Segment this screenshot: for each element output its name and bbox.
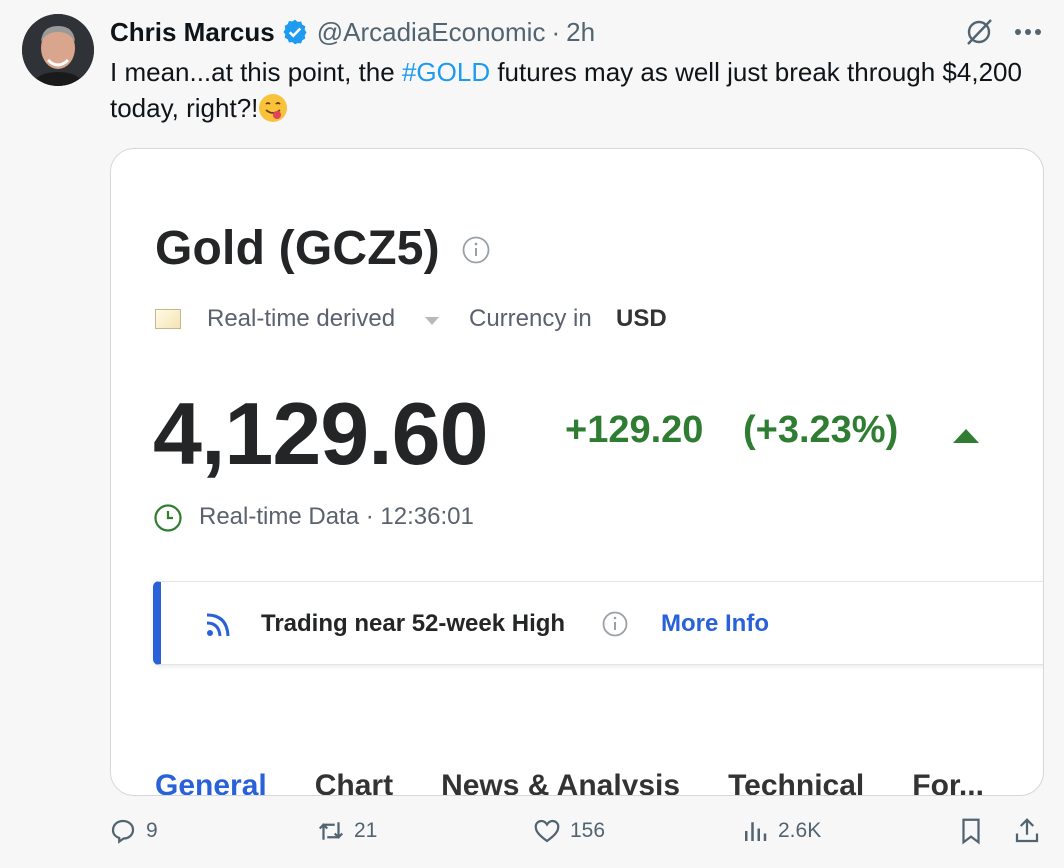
tab-news-analysis: News & Analysis bbox=[441, 769, 681, 796]
clock-icon bbox=[154, 504, 182, 532]
grok-icon[interactable] bbox=[964, 17, 994, 47]
views-button[interactable]: 2.6K bbox=[740, 816, 821, 846]
rss-icon bbox=[206, 613, 230, 637]
reply-count: 9 bbox=[146, 819, 158, 842]
header-separator: · bbox=[551, 16, 561, 47]
price-change: +129.20 bbox=[565, 409, 704, 451]
like-button[interactable]: 156 bbox=[532, 816, 605, 846]
view-count: 2.6K bbox=[778, 819, 822, 842]
tweet-text-part: I mean...at this point, the bbox=[110, 57, 402, 87]
repost-icon bbox=[318, 822, 344, 840]
bookmark-button[interactable] bbox=[956, 816, 994, 846]
verified-badge-icon bbox=[283, 19, 307, 45]
more-options-icon[interactable] bbox=[1014, 28, 1042, 36]
share-icon bbox=[1015, 818, 1039, 843]
tweet-time[interactable]: 2h bbox=[566, 17, 595, 48]
tweet-actions: 9 21 156 2.6K bbox=[108, 816, 1044, 856]
share-button[interactable] bbox=[1012, 816, 1050, 846]
info-icon bbox=[602, 611, 628, 637]
repost-button[interactable]: 21 bbox=[316, 816, 377, 846]
heart-icon bbox=[534, 819, 560, 843]
reply-icon bbox=[111, 819, 135, 844]
realtime-derived-label: Real-time derived bbox=[207, 305, 396, 332]
chevron-down-icon bbox=[425, 317, 439, 325]
more-info-link: More Info bbox=[661, 610, 769, 637]
currency-value: USD bbox=[616, 305, 667, 332]
realtime-data-timestamp: Real-time Data · 12:36:01 bbox=[199, 503, 474, 530]
price-change-percent: (+3.23%) bbox=[743, 409, 899, 451]
last-price: 4,129.60 bbox=[153, 384, 489, 483]
repost-count: 21 bbox=[354, 819, 378, 842]
flag-icon bbox=[155, 309, 181, 329]
reply-button[interactable]: 9 bbox=[108, 816, 158, 846]
tab-forum: For... bbox=[912, 769, 984, 796]
banner-text: Trading near 52-week High bbox=[261, 610, 566, 637]
analytics-icon bbox=[745, 822, 767, 841]
face-savoring-food-emoji bbox=[259, 94, 288, 122]
tab-technical: Technical bbox=[728, 769, 865, 796]
quote-card-image[interactable]: Gold (GCZ5) Real-time derived Currency i… bbox=[110, 148, 1044, 796]
bookmark-icon bbox=[962, 818, 980, 845]
tweet-text: I mean...at this point, the #GOLD future… bbox=[110, 54, 1030, 126]
tweet-header: Chris Marcus @ArcadiaEconomic · 2h bbox=[110, 14, 1064, 50]
card-tabs: General Chart News & Analysis Technical … bbox=[155, 769, 1043, 796]
tab-general: General bbox=[155, 769, 267, 796]
avatar[interactable] bbox=[22, 14, 94, 86]
arrow-up-icon bbox=[953, 429, 979, 443]
tab-chart: Chart bbox=[314, 769, 394, 796]
currency-label: Currency in bbox=[469, 305, 592, 332]
52-week-high-banner: Trading near 52-week High More Info bbox=[153, 581, 1043, 665]
avatar-image bbox=[22, 14, 94, 86]
like-count: 156 bbox=[570, 819, 606, 842]
instrument-title: Gold (GCZ5) bbox=[155, 222, 440, 275]
hashtag-link[interactable]: #GOLD bbox=[402, 57, 490, 87]
info-icon bbox=[462, 236, 490, 264]
author-name[interactable]: Chris Marcus bbox=[110, 17, 275, 48]
author-handle[interactable]: @ArcadiaEconomic bbox=[317, 17, 546, 48]
